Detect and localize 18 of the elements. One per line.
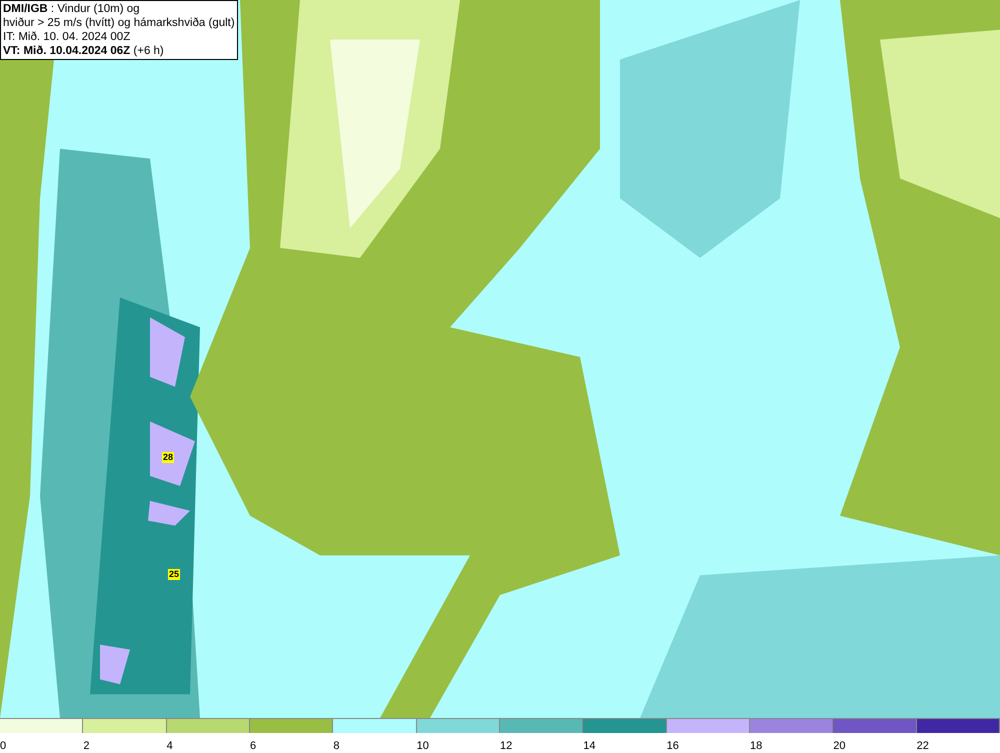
title-line: IT: Mið. 10. 04. 2024 00Z (3, 30, 132, 44)
legend-label: 12 (500, 740, 512, 752)
legend-label: 10 (416, 740, 429, 752)
legend-label: 18 (750, 740, 762, 752)
legend-label: 16 (666, 740, 679, 752)
legend-label: 6 (250, 740, 256, 752)
gust-marker: 25 (168, 569, 180, 580)
legend-label: 0 (0, 740, 6, 752)
title-line: VT: Mið. 10.04.2024 06Z (+6 h) (3, 44, 165, 58)
legend-label: 8 (333, 740, 340, 752)
title-line: hviður > 25 m/s (hvítt) og hámarkshviða (gult) (3, 16, 235, 30)
legend-label: 22 (916, 740, 929, 752)
legend-label: 2 (83, 740, 90, 752)
title-line: DMI/IGB : Vindur (10m) og (3, 2, 141, 16)
gust-marker: 28 (162, 452, 174, 463)
legend-label: 20 (833, 740, 846, 752)
legend-label: 4 (166, 740, 173, 752)
legend-label: 14 (583, 740, 596, 752)
